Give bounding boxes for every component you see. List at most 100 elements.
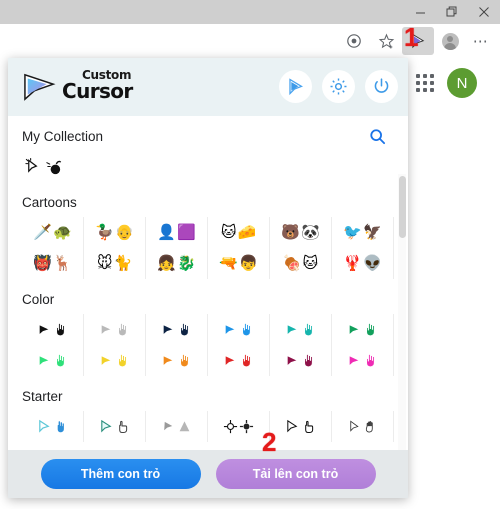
close-button[interactable] xyxy=(468,0,500,24)
cursor-item[interactable]: 🐦 🦅 xyxy=(332,217,394,248)
cursor-item[interactable]: 👤 🟪 xyxy=(146,217,208,248)
annotation-number-2: 2 xyxy=(262,427,277,457)
cursor-item[interactable] xyxy=(22,314,84,345)
search-icon[interactable] xyxy=(369,128,386,150)
cursor-item[interactable] xyxy=(146,345,208,376)
window-controls xyxy=(404,0,500,24)
color-row-2 xyxy=(22,345,394,376)
cursor-item[interactable]: 🔫 👦 xyxy=(208,248,270,279)
cursor-item[interactable] xyxy=(146,314,208,345)
cursor-item[interactable]: 🗡️ 🐢 xyxy=(22,217,84,248)
cursor-glyph: 👽 xyxy=(363,254,382,272)
minimize-button[interactable] xyxy=(404,0,436,24)
cursor-glyph: 🦆 xyxy=(95,223,114,241)
account-avatar[interactable]: N xyxy=(447,68,477,98)
sparkle-arrow-cursor-icon xyxy=(25,157,38,173)
cursor-item[interactable]: 🦞 👽 xyxy=(332,248,394,279)
cursor-item[interactable] xyxy=(22,411,84,442)
cursor-item[interactable] xyxy=(332,314,394,345)
settings-gear-button[interactable] xyxy=(322,70,355,103)
profile-avatar-icon[interactable] xyxy=(434,27,466,55)
cursor-glyph: 🗡️ xyxy=(33,223,52,241)
cast-icon[interactable] xyxy=(338,27,370,55)
hand-cursor-icon xyxy=(118,323,127,336)
restore-button[interactable] xyxy=(436,0,468,24)
section-title-starter: Starter xyxy=(22,389,63,404)
gear-icon xyxy=(330,78,347,95)
add-cursor-button[interactable]: Thêm con trỏ xyxy=(40,459,201,489)
arrow-thin-cursor-icon xyxy=(350,420,359,432)
cursor-item[interactable] xyxy=(84,345,146,376)
cursor-item[interactable] xyxy=(270,345,332,376)
cursor-item[interactable]: 🐭 🐈 xyxy=(84,248,146,279)
cursor-glyph: 👧 xyxy=(157,254,176,272)
bomb-cursor-icon xyxy=(46,160,62,175)
cursor-item[interactable]: 🍖 🐱 xyxy=(270,248,332,279)
power-icon xyxy=(374,78,389,93)
arrow-cursor-icon xyxy=(349,355,361,367)
cursor-item[interactable] xyxy=(208,314,270,345)
starter-row xyxy=(22,411,394,442)
arrow-cursor-icon xyxy=(349,324,361,336)
pointing-hand-icon xyxy=(119,420,128,434)
cursor-item[interactable] xyxy=(22,151,63,182)
cursor-item[interactable] xyxy=(208,411,270,442)
cursor-item[interactable] xyxy=(84,314,146,345)
brand-line-2: Cursor xyxy=(62,79,133,103)
open-hand-icon xyxy=(365,421,373,433)
hand-cursor-icon xyxy=(57,421,64,433)
cursor-item[interactable]: 🐻 🐼 xyxy=(270,217,332,248)
cursor-item[interactable] xyxy=(332,345,394,376)
google-apps-grid-icon[interactable] xyxy=(414,72,436,94)
hand-cursor-icon xyxy=(304,323,313,336)
arrow-cursor-icon xyxy=(163,324,175,336)
arrow-cursor-icon xyxy=(164,421,173,431)
cursor-glyph: 🐉 xyxy=(177,254,196,272)
cursor-item[interactable] xyxy=(84,411,146,442)
cursor-arrow-icon xyxy=(288,77,303,95)
cursor-icon-button[interactable] xyxy=(279,70,312,103)
arrow-cursor-icon xyxy=(39,355,51,367)
crosshair-filled-icon xyxy=(239,419,254,434)
arrow-cursor-icon xyxy=(101,324,113,336)
cursor-glyph: 🦞 xyxy=(343,254,362,272)
hand-cursor-icon xyxy=(118,354,127,367)
cursor-glyph: 🐢 xyxy=(53,223,72,241)
cursor-item[interactable]: 🐱 🧀 xyxy=(208,217,270,248)
pointing-hand-outline-icon xyxy=(305,420,314,434)
cursor-item[interactable] xyxy=(270,411,332,442)
cartoons-row-1: 🗡️ 🐢 🦆 👴 👤 🟪 🐱 🧀 🐻 🐼 🐦 🦅 xyxy=(22,217,394,248)
hand-cursor-icon xyxy=(242,354,251,367)
browser-toolbar: ⋯ xyxy=(0,24,500,59)
cursor-item[interactable] xyxy=(22,345,84,376)
brand-logo: Custom Cursor xyxy=(20,68,158,104)
cursor-item[interactable] xyxy=(146,411,208,442)
cursor-item[interactable] xyxy=(208,345,270,376)
section-title-my-collection: My Collection xyxy=(22,129,104,144)
browser-menu-icon[interactable]: ⋯ xyxy=(466,27,496,55)
triangle-cursor-icon xyxy=(179,421,190,432)
hand-cursor-icon xyxy=(180,354,189,367)
cursor-item[interactable] xyxy=(270,314,332,345)
arrow-cursor-icon xyxy=(39,324,51,336)
popup-scrollbar-thumb[interactable] xyxy=(398,176,406,238)
cursor-item[interactable]: 👧 🐉 xyxy=(146,248,208,279)
cursor-item[interactable]: 🦆 👴 xyxy=(84,217,146,248)
arrow-cursor-icon xyxy=(101,355,113,367)
power-toggle-button[interactable] xyxy=(365,70,398,103)
cursor-glyph: 🦌 xyxy=(53,254,72,272)
popup-footer: Thêm con trỏ Tải lên con trỏ xyxy=(8,450,408,498)
cursor-item[interactable]: 👹 🦌 xyxy=(22,248,84,279)
bookmark-star-icon[interactable] xyxy=(370,27,402,55)
hand-cursor-icon xyxy=(304,354,313,367)
section-starter: Starter xyxy=(8,389,408,442)
cursor-glyph: 🐼 xyxy=(301,223,320,241)
cursor-glyph: 👦 xyxy=(239,254,258,272)
cursor-item[interactable] xyxy=(332,411,394,442)
upload-cursor-button[interactable]: Tải lên con trỏ xyxy=(215,459,376,489)
popup-body: My Collection Cartoons 🗡️ 🐢 🦆 👴 👤 🟪 🐱 🧀 … xyxy=(8,116,408,450)
cursor-glyph: 🔫 xyxy=(219,254,238,272)
cursor-glyph: 🦅 xyxy=(363,223,382,241)
cursor-glyph: 👤 xyxy=(157,223,176,241)
section-my-collection: My Collection xyxy=(8,129,408,182)
